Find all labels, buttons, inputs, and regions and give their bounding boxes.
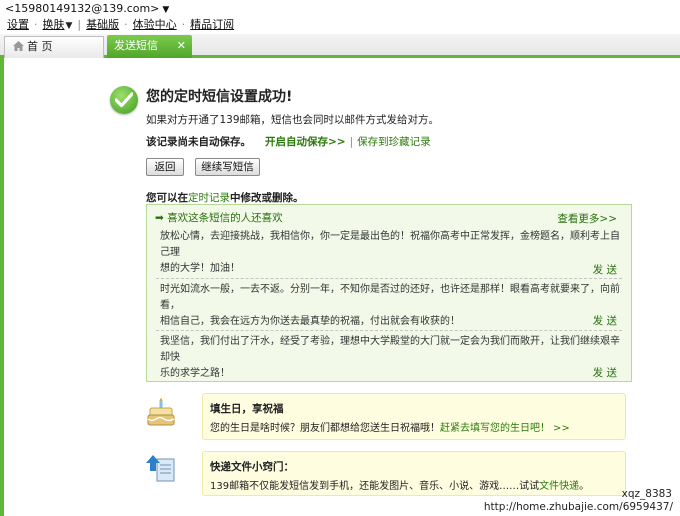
account-email[interactable]: <15980149132@139.com> [5, 2, 159, 15]
file-express-icon [145, 454, 179, 486]
watermark-user: xqz_8383 [621, 488, 672, 500]
file-express-text-end: 。 [579, 481, 590, 492]
recommendation-box: ➡ 喜欢这条短信的人还喜欢 查看更多>> 放松心情，去迎接挑战，我相信你，你一定… [146, 204, 632, 382]
message-text: 放松心情，去迎接挑战，我相信你，你一定是最出色的！祝福你高考中正常发挥，金榜题名… [160, 231, 620, 258]
watermark-url: http://home.zhubajie.com/6959437/ [483, 501, 673, 513]
list-item: 放松心情，去迎接挑战，我相信你，你一定是最出色的！祝福你高考中正常发挥，金榜题名… [160, 229, 622, 277]
auto-save-link[interactable]: 开启自动保存>> [265, 136, 346, 148]
success-check-icon [110, 86, 138, 114]
home-icon [13, 41, 24, 51]
edit-note-suffix: 中修改或删除。 [230, 192, 304, 204]
continue-writing-button[interactable]: 继续写短信 [195, 158, 260, 176]
not-saved-text: 该记录尚未自动保存。 [146, 136, 251, 148]
divider [156, 330, 622, 331]
scheduled-records-link[interactable]: 定时记录 [188, 192, 230, 204]
settings-link[interactable]: 设置 [7, 18, 29, 31]
send-button[interactable]: 发 送 [593, 313, 617, 328]
file-express-link[interactable]: 文件快递 [539, 481, 579, 492]
top-bar: <15980149132@139.com> ▼ 设置 · 换肤▼ | 基础版 · 体验中心 · 精… [0, 0, 680, 34]
fill-birthday-link[interactable]: 赶紧去填写您的生日吧！ [440, 423, 550, 434]
divider [156, 278, 622, 279]
account-selector[interactable]: <15980149132@139.com> ▼ [5, 2, 169, 15]
send-button[interactable]: 发 送 [593, 262, 617, 277]
close-icon[interactable]: ✕ [177, 35, 186, 57]
send-button[interactable]: 发 送 [593, 365, 617, 380]
back-button[interactable]: 返回 [146, 158, 184, 176]
file-express-tip-box: 快递文件小窍门： 139邮箱不仅能发短信发到手机，还能发图片、音乐、小说、游戏…… [202, 451, 626, 496]
edit-note: 您可以在定时记录中修改或删除。 [146, 190, 304, 205]
tab-send-sms[interactable]: 发送短信 ✕ [107, 35, 192, 58]
save-favorite-link[interactable]: 保存到珍藏记录 [357, 136, 431, 148]
message-text: 乐的求学之路！ [160, 368, 230, 379]
birthday-text-body: 您的生日是啥时候？朋友们都想给您送生日祝福哦！ [210, 423, 440, 434]
edit-note-prefix: 您可以在 [146, 192, 188, 204]
fill-birthday-arrow[interactable]: >> [553, 423, 570, 434]
birthday-title: 填生日，享祝福 [210, 403, 284, 415]
save-line: 该记录尚未自动保存。 开启自动保存>> | 保存到珍藏记录 [146, 136, 431, 148]
list-item: 我坚信，我们付出了汗水，经受了考验，理想中大学殿堂的大门就一定会为我们而敞开，让… [160, 334, 622, 382]
skin-link[interactable]: 换肤 [43, 18, 65, 31]
tab-strip: 首 页 发送短信 ✕ [0, 34, 680, 58]
top-links: 设置 · 换肤▼ | 基础版 · 体验中心 · 精品订阅 [7, 18, 235, 31]
basic-version-link[interactable]: 基础版 [86, 18, 119, 31]
birthday-text: 您的生日是啥时候？朋友们都想给您送生日祝福哦！赶紧去填写您的生日吧！ >> [210, 419, 570, 434]
tab-home-label: 首 页 [27, 40, 53, 53]
list-item: 时光如流水一般，一去不返。分别一年，不知你是否过的还好，也许还是那样！眼看高考就… [160, 282, 622, 330]
chevron-down-icon[interactable]: ▼ [66, 21, 73, 31]
file-express-text: 139邮箱不仅能发短信发到手机，还能发图片、音乐、小说、游戏……试试文件快递。 [210, 477, 589, 492]
left-rail [0, 58, 4, 516]
message-text: 时光如流水一般，一去不返。分别一年，不知你是否过的还好，也许还是那样！眼看高考就… [160, 284, 620, 311]
message-text: 相信自己，我会在远方为你送去最真挚的祝福，付出就会有收获的！ [160, 316, 460, 327]
success-title: 您的定时短信设置成功! [146, 89, 293, 105]
message-text: 我坚信，我们付出了汗水，经受了考验，理想中大学殿堂的大门就一定会为我们而敞开，让… [160, 336, 620, 363]
message-text: 想的大学！加油！ [160, 263, 240, 274]
see-more-link[interactable]: 查看更多>> [557, 211, 617, 226]
experience-center-link[interactable]: 体验中心 [133, 18, 177, 31]
info-text: 如果对方开通了139邮箱，短信也会同时以邮件方式发给对方。 [146, 114, 440, 126]
tab-send-sms-label: 发送短信 [114, 39, 158, 52]
birthday-cake-icon [147, 398, 175, 428]
file-express-title: 快递文件小窍门： [210, 461, 294, 473]
tab-home[interactable]: 首 页 [4, 36, 104, 58]
subscription-link[interactable]: 精品订阅 [190, 18, 234, 31]
chevron-down-icon[interactable]: ▼ [162, 5, 169, 15]
birthday-tip-box: 填生日，享祝福 您的生日是啥时候？朋友们都想给您送生日祝福哦！赶紧去填写您的生日… [202, 393, 626, 440]
file-express-text-body: 139邮箱不仅能发短信发到手机，还能发图片、音乐、小说、游戏……试试 [210, 481, 540, 492]
recommendation-heading: ➡ 喜欢这条短信的人还喜欢 [155, 212, 283, 224]
